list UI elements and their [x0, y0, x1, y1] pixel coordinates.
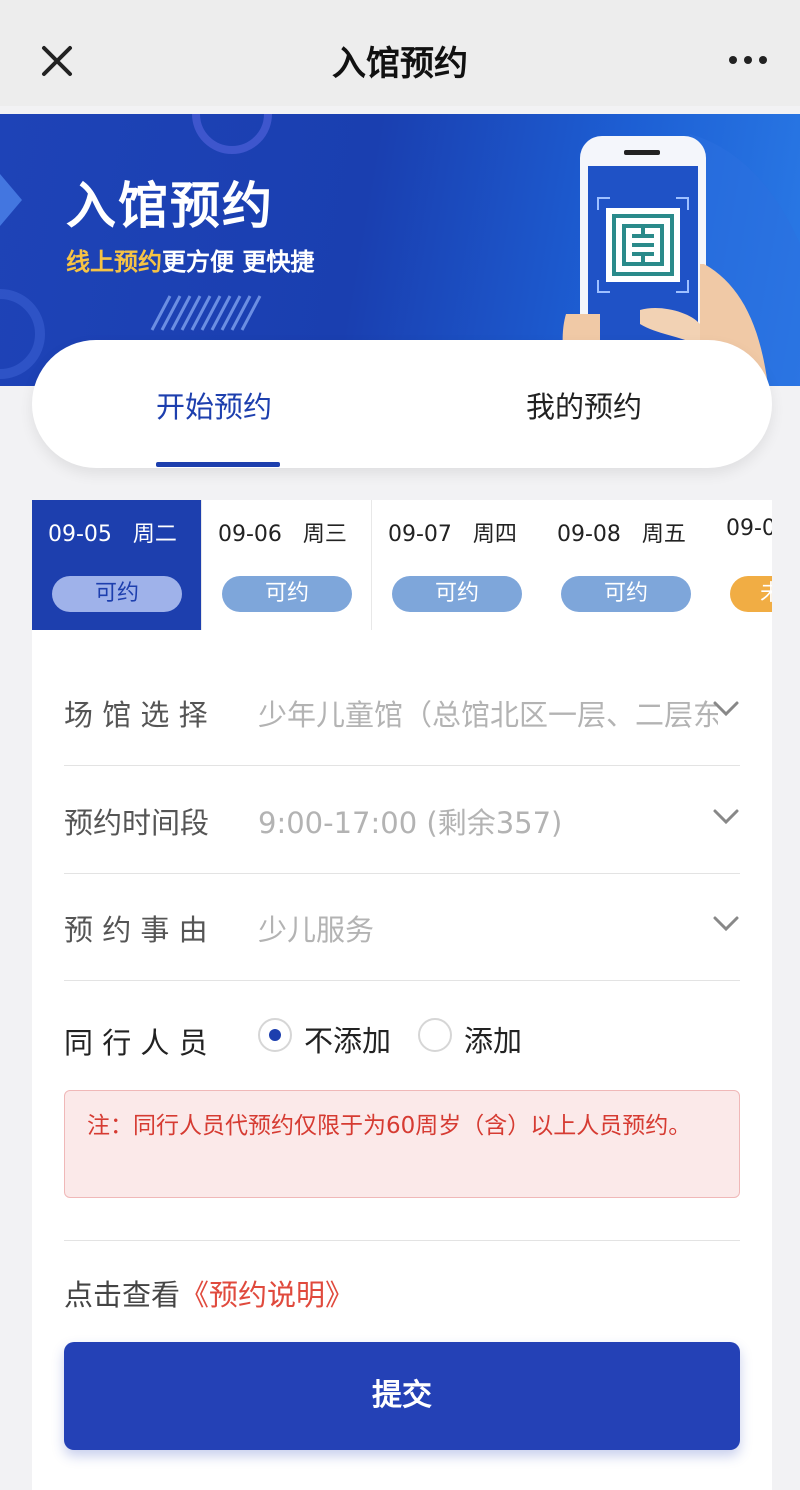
venue-select[interactable]: 场 馆 选 择 少年儿童馆（总馆北区一层、二层东 — [64, 660, 740, 766]
availability-badge: 可约 — [52, 576, 182, 612]
banner-subtitle-highlight: 线上预约 — [66, 248, 162, 276]
radio-label: 不添加 — [304, 1024, 392, 1058]
availability-badge: 可约 — [222, 576, 352, 612]
date-cell[interactable]: 09-05 周二 可约 — [32, 500, 202, 630]
date-label: 09-0 — [726, 516, 772, 541]
tab-start-booking[interactable]: 开始预约 — [156, 384, 272, 426]
date-label: 09-08 周五 — [557, 522, 686, 547]
nav-bar: 入馆预约 — [0, 0, 800, 106]
terms-prefix: 点击查看 — [64, 1278, 181, 1312]
divider — [64, 1240, 740, 1241]
date-label: 09-05 周二 — [48, 522, 177, 547]
time-slot-select[interactable]: 预约时间段 9:00-17:00 (剩余357) — [64, 768, 740, 874]
date-cell[interactable]: 09-0 未 — [710, 500, 772, 630]
time-slot-label: 预约时间段 — [64, 806, 210, 840]
more-icon[interactable] — [726, 40, 770, 80]
date-label: 09-07 周四 — [388, 522, 517, 547]
reason-label: 预 约 事 由 — [64, 913, 208, 947]
banner-subtitle-rest: 更方便 更快捷 — [162, 248, 315, 276]
active-tab-indicator — [156, 462, 280, 467]
date-picker: 09-05 周二 可约 09-06 周三 可约 09-07 周四 可约 09-0… — [32, 500, 772, 630]
terms-line: 点击查看《预约说明》 — [64, 1272, 354, 1314]
submit-button[interactable]: 提交 — [64, 1342, 740, 1450]
booking-form-panel: 09-05 周二 可约 09-06 周三 可约 09-07 周四 可约 09-0… — [32, 500, 772, 1490]
date-label: 09-06 周三 — [218, 522, 347, 547]
banner-subtitle: 线上预约更方便 更快捷 — [66, 242, 314, 277]
time-slot-value: 9:00-17:00 (剩余357) — [258, 806, 563, 840]
date-cell[interactable]: 09-06 周三 可约 — [202, 500, 372, 630]
radio-circle — [258, 1018, 292, 1052]
radio-label: 添加 — [464, 1024, 523, 1058]
radio-dot — [269, 1029, 281, 1041]
companion-notice: 注：同行人员代预约仅限于为60周岁（含）以上人员预约。 — [64, 1090, 740, 1198]
chevron-down-icon — [713, 809, 739, 825]
venue-label: 场 馆 选 择 — [64, 698, 208, 732]
tab-card: 开始预约 我的预约 — [32, 340, 772, 468]
venue-value: 少年儿童馆（总馆北区一层、二层东 — [258, 698, 718, 732]
availability-badge: 可约 — [392, 576, 522, 612]
chevron-down-icon — [713, 701, 739, 717]
date-cell[interactable]: 09-07 周四 可约 — [372, 500, 542, 630]
companion-row: 同 行 人 员 不添加 添加 — [64, 1000, 740, 1060]
companion-label: 同 行 人 员 — [64, 1026, 208, 1060]
reason-select[interactable]: 预 约 事 由 少儿服务 — [64, 875, 740, 981]
tab-my-bookings[interactable]: 我的预约 — [526, 384, 642, 426]
chevron-down-icon — [713, 916, 739, 932]
booking-instructions-link[interactable]: 《预约说明》 — [180, 1278, 354, 1312]
availability-badge: 未 — [730, 576, 772, 612]
page-title: 入馆预约 — [332, 44, 468, 84]
radio-circle — [418, 1018, 452, 1052]
date-cell[interactable]: 09-08 周五 可约 — [541, 500, 711, 630]
banner-title: 入馆预约 — [66, 177, 274, 235]
availability-badge: 可约 — [561, 576, 691, 612]
reason-value: 少儿服务 — [258, 913, 375, 947]
